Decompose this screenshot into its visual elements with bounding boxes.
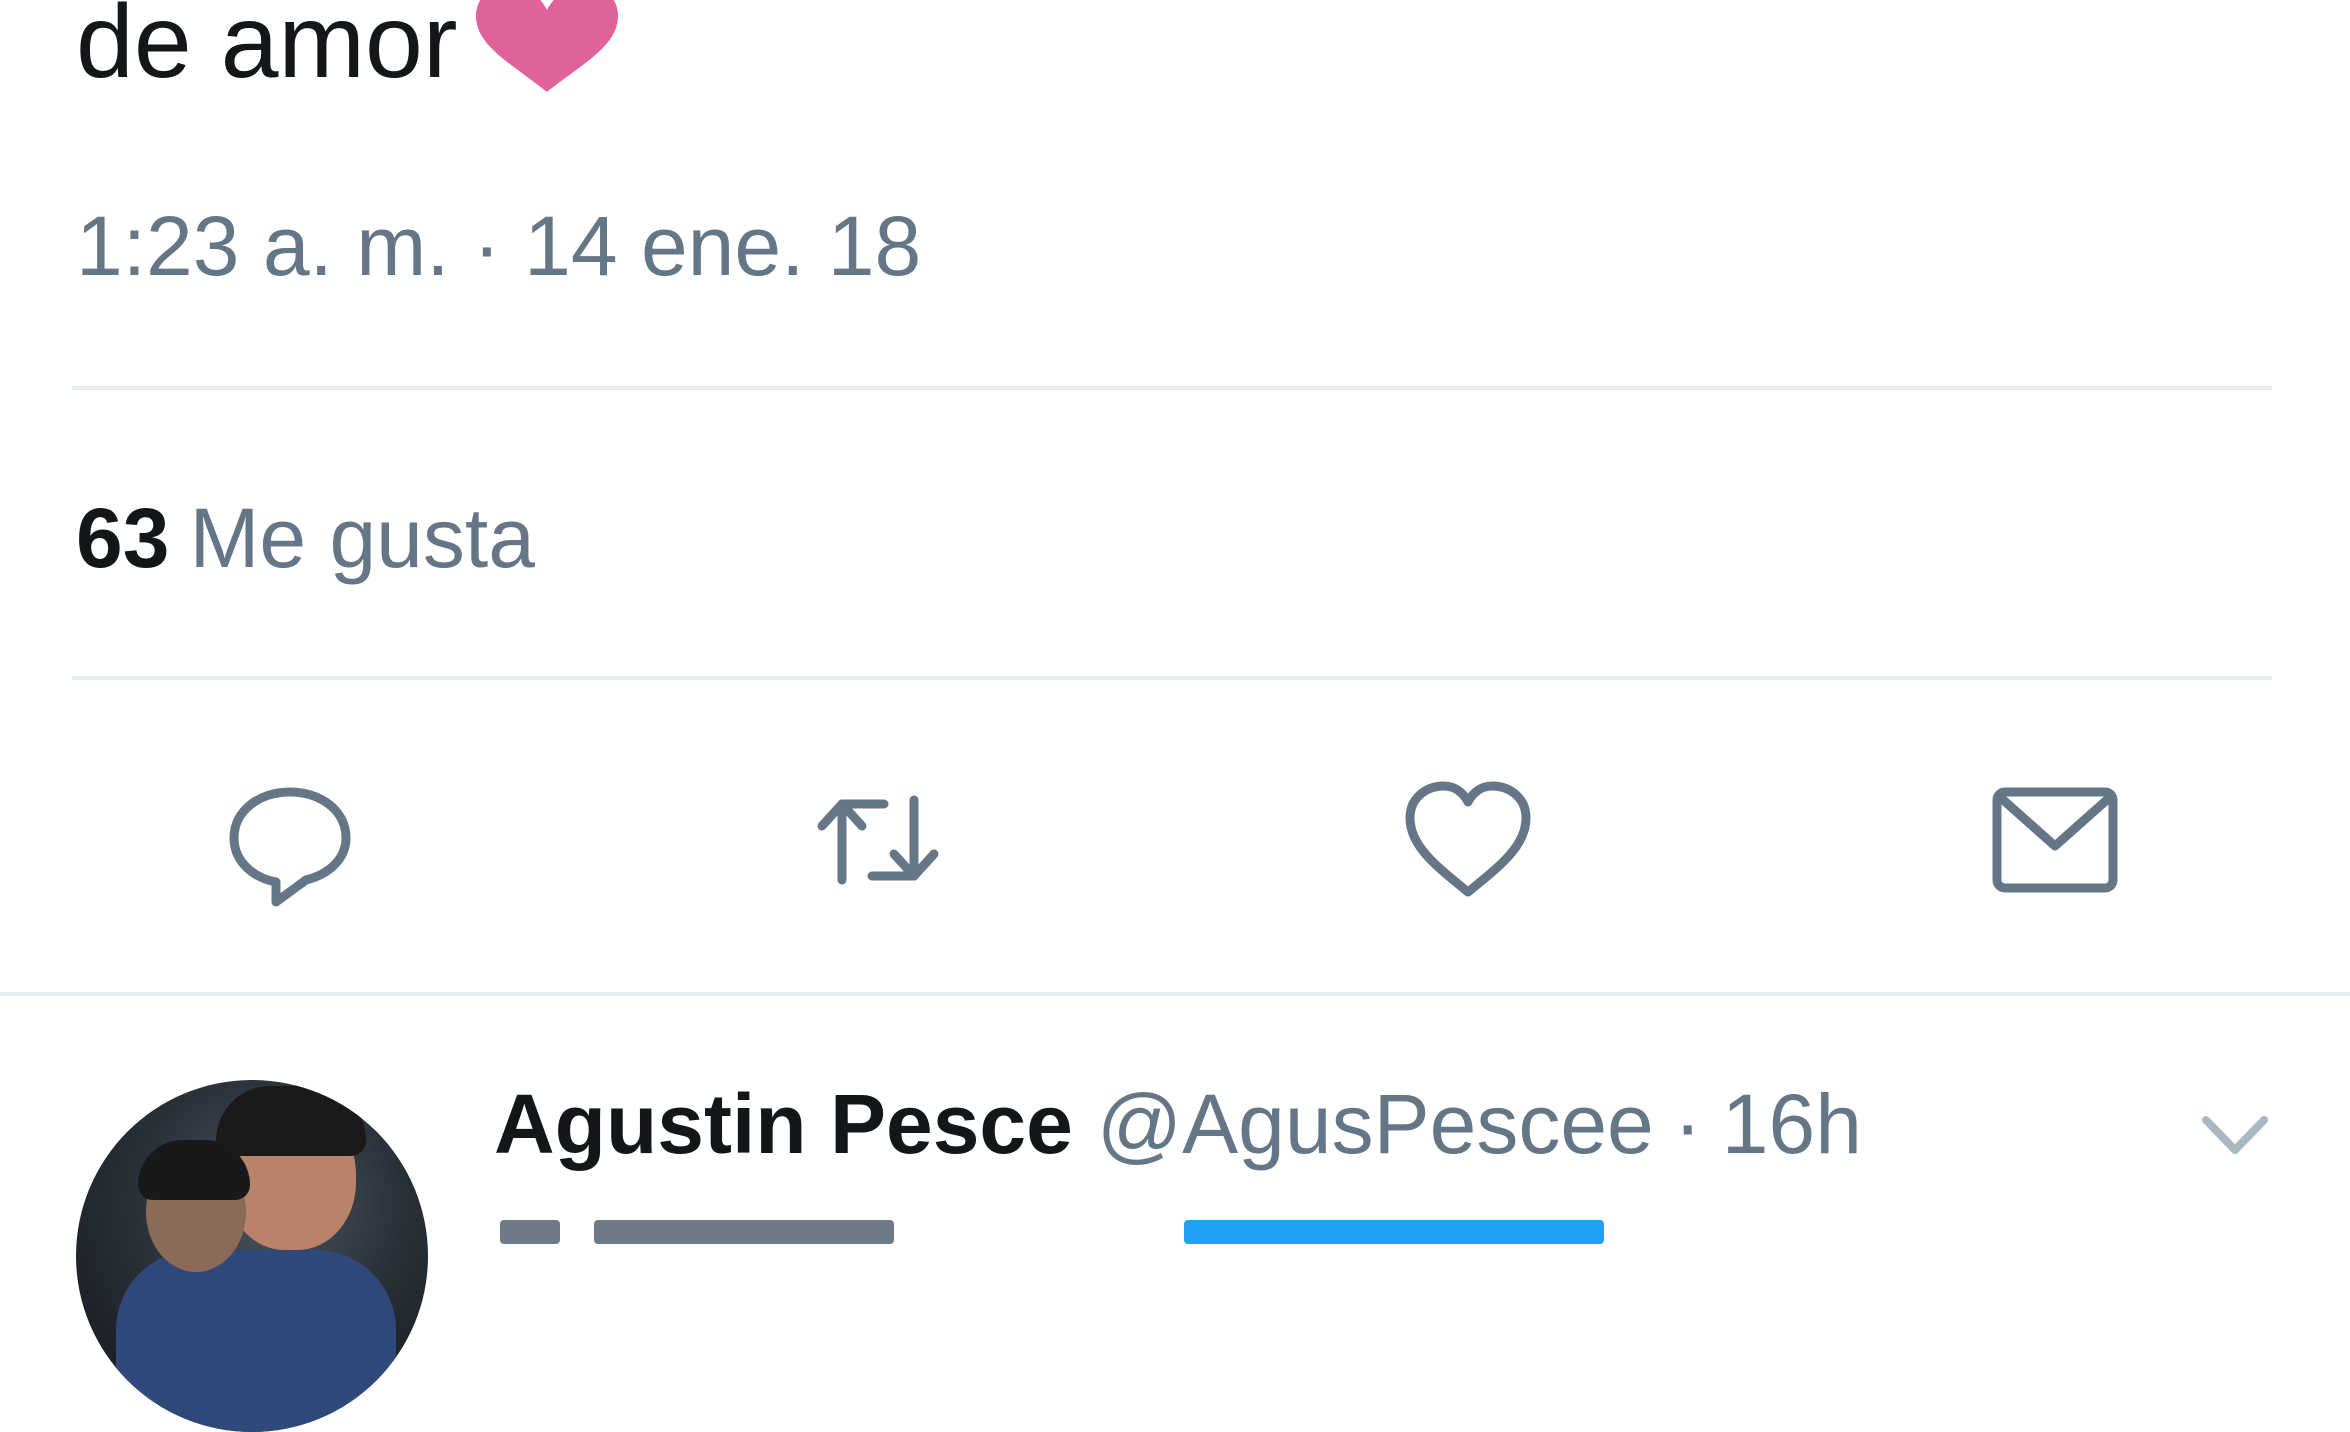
mail-icon [1992,787,2118,893]
reply-text-fragment [500,1220,560,1244]
retweet-icon [817,795,939,885]
reply-author-handle[interactable]: @AgusPescee [1097,1077,1654,1171]
chevron-down-icon[interactable] [2198,1108,2272,1162]
reply-text-fragment [594,1220,894,1244]
avatar-figure-shirt [116,1250,396,1432]
retweet-button[interactable] [808,770,948,910]
reply-separator: · [1673,1077,1702,1171]
reply-author-name[interactable]: Agustin Pesce [494,1077,1073,1171]
share-dm-button[interactable] [1985,770,2125,910]
divider-middle [72,676,2272,680]
reply-author-line: Agustin Pesce @AgusPescee · 16h [494,1074,1862,1174]
avatar-figure-hair-left [138,1140,250,1200]
like-button[interactable] [1398,770,1538,910]
reply-text-cutoff [494,1206,1894,1246]
reply-mention-fragment[interactable] [1184,1220,1604,1244]
divider-top [72,386,2272,390]
divider-full [0,992,2350,996]
heart-icon [1405,781,1531,897]
reply-time[interactable]: 16h [1722,1077,1862,1171]
reply-avatar[interactable] [76,1080,428,1432]
likes-count: 63 [76,491,170,585]
tweet-text-body: de amor [76,0,458,100]
avatar-figure-hair-right [216,1086,366,1156]
likes-stat[interactable]: 63 Me gusta [76,488,535,588]
tweet-timestamp: 1:23 a. m. · 14 ene. 18 [76,199,922,293]
heart-emoji-icon [475,0,618,92]
likes-label: Me gusta [189,491,535,585]
tweet-text: de amor [76,0,622,112]
reply-icon [229,787,351,907]
reply-button[interactable] [220,770,360,910]
